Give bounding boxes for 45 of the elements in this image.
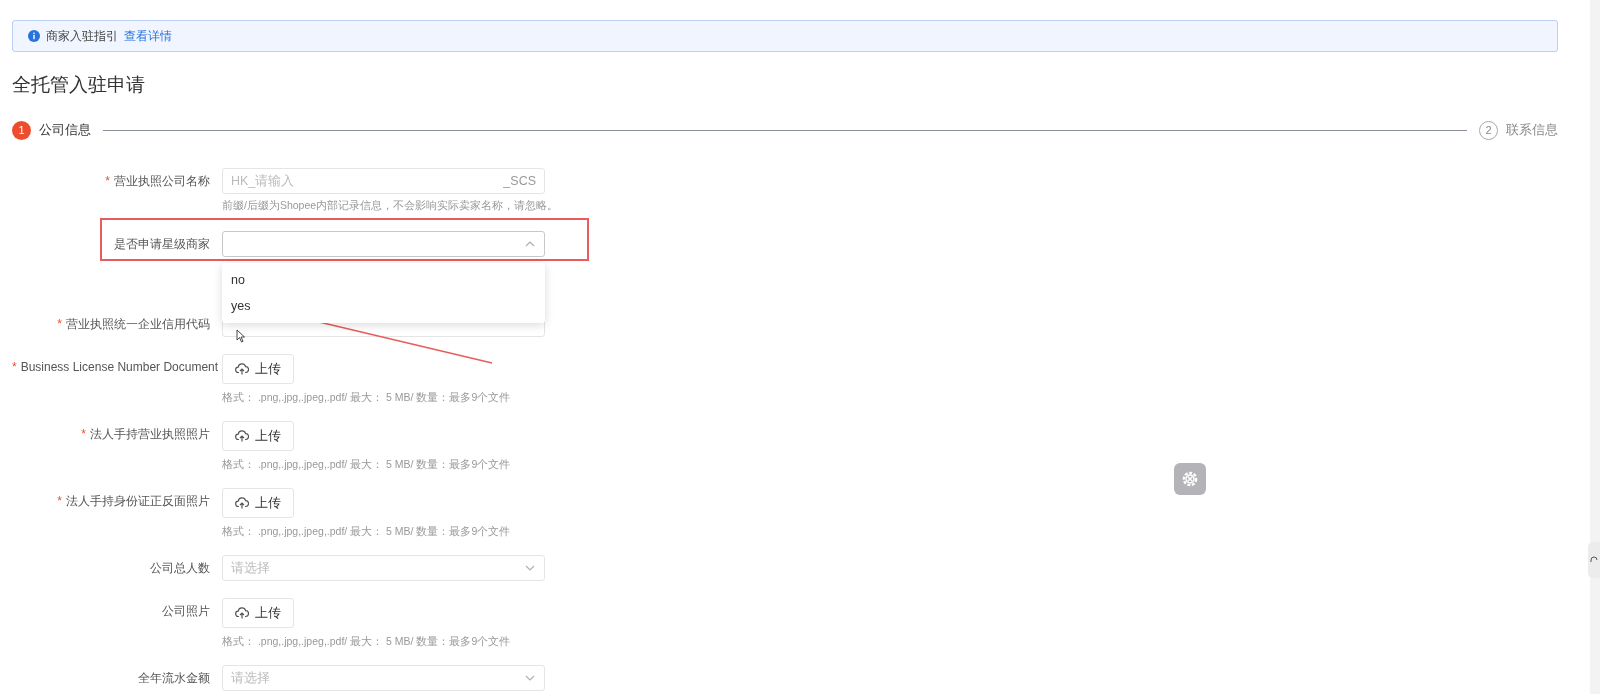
settings-icon bbox=[1180, 469, 1200, 489]
page-title: 全托管入驻申请 bbox=[12, 73, 146, 97]
select-field[interactable] bbox=[222, 231, 545, 257]
upload-hint: 格式： .png,.jpg,.jpeg,.pdf/ 最大： 5 MB/ 数量：最多9个文件 bbox=[222, 390, 511, 404]
settings-button[interactable] bbox=[1174, 463, 1206, 495]
upload-hint: 格式： .png,.jpg,.jpeg,.pdf/ 最大： 5 MB/ 数量：最多9个文件 bbox=[222, 457, 511, 471]
field-label: Business License Number Document bbox=[20, 360, 219, 374]
upload-button[interactable]: 上传 bbox=[222, 354, 294, 384]
select-placeholder: 请选择 bbox=[231, 559, 270, 577]
field-label: 是否申请星级商家 bbox=[114, 237, 210, 251]
step-label: 联系信息 bbox=[1506, 121, 1558, 140]
field-label: 营业执照统一企业信用代码 bbox=[66, 317, 210, 331]
select-placeholder: 请选择 bbox=[231, 669, 270, 687]
dropdown-option[interactable]: yes bbox=[222, 293, 545, 319]
upload-cloud-icon bbox=[235, 497, 249, 509]
field-label: 公司照片 bbox=[162, 604, 210, 618]
field-label: 法人手持身份证正反面照片 bbox=[66, 494, 210, 508]
required-mark: * bbox=[105, 174, 110, 188]
dropdown-option[interactable]: no bbox=[222, 267, 545, 293]
notice-text: 商家入驻指引 bbox=[46, 28, 118, 45]
upload-hint: 格式： .png,.jpg,.jpeg,.pdf/ 最大： 5 MB/ 数量：最多9个文件 bbox=[222, 524, 511, 538]
upload-button[interactable]: 上传 bbox=[222, 421, 294, 451]
field-label: 营业执照公司名称 bbox=[114, 174, 210, 188]
required-mark: * bbox=[81, 427, 86, 441]
info-icon bbox=[28, 30, 40, 42]
required-mark: * bbox=[57, 317, 62, 331]
upload-hint: 格式： .png,.jpg,.jpeg,.pdf/ 最大： 5 MB/ 数量：最多9个文件 bbox=[222, 634, 511, 648]
field-label: 公司总人数 bbox=[150, 561, 210, 575]
upload-button[interactable]: 上传 bbox=[222, 488, 294, 518]
step-label: 公司信息 bbox=[39, 121, 91, 140]
input-suffix: _SCS bbox=[503, 172, 536, 190]
upload-button[interactable]: 上传 bbox=[222, 598, 294, 628]
side-tab-button[interactable] bbox=[1588, 542, 1600, 578]
upload-cloud-icon bbox=[235, 363, 249, 375]
field-label: 法人手持营业执照照片 bbox=[90, 427, 210, 441]
upload-cloud-icon bbox=[235, 430, 249, 442]
upload-cloud-icon bbox=[235, 607, 249, 619]
mouse-cursor-icon bbox=[236, 329, 246, 343]
required-mark: * bbox=[12, 360, 17, 374]
field-hint: 前缀/后缀为Shopee内部记录信息，不会影响实际卖家名称，请忽略。 bbox=[222, 198, 559, 212]
details-link[interactable]: 查看详情 bbox=[124, 27, 172, 45]
field-label: 全年流水金额 bbox=[138, 671, 210, 685]
step-number: 1 bbox=[12, 120, 31, 140]
required-mark: * bbox=[57, 494, 62, 508]
input-placeholder: HK_请输入 bbox=[231, 172, 295, 190]
